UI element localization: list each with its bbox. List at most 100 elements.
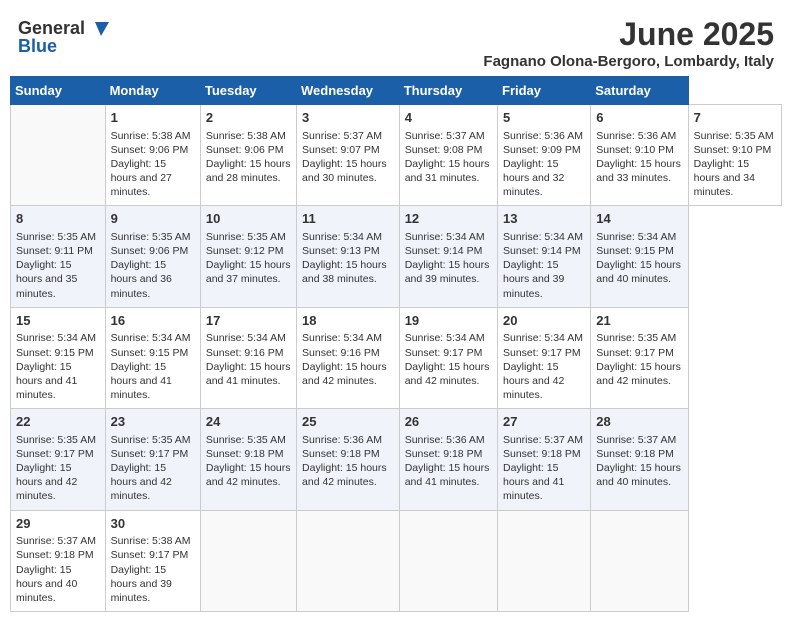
daylight: Daylight: 15 hours and 40 minutes. (596, 259, 681, 285)
day-number: 11 (302, 210, 394, 228)
day-number: 19 (405, 312, 492, 330)
sunrise: Sunrise: 5:34 AM (206, 332, 286, 344)
daylight: Daylight: 15 hours and 36 minutes. (111, 259, 172, 299)
calendar-cell: 15Sunrise: 5:34 AMSunset: 9:15 PMDayligh… (11, 307, 106, 408)
title-area: June 2025 Fagnano Olona-Bergoro, Lombard… (483, 16, 774, 70)
sunset: Sunset: 9:06 PM (111, 144, 189, 156)
calendar-cell: 29Sunrise: 5:37 AMSunset: 9:18 PMDayligh… (11, 510, 106, 611)
calendar-header-monday: Monday (105, 77, 200, 105)
calendar-cell (498, 510, 591, 611)
sunset: Sunset: 9:18 PM (405, 448, 483, 460)
daylight: Daylight: 15 hours and 41 minutes. (16, 361, 77, 401)
calendar-cell: 26Sunrise: 5:36 AMSunset: 9:18 PMDayligh… (399, 409, 497, 510)
daylight: Daylight: 15 hours and 28 minutes. (206, 158, 291, 184)
calendar-cell (297, 510, 400, 611)
sunrise: Sunrise: 5:35 AM (111, 434, 191, 446)
calendar-cell: 5Sunrise: 5:36 AMSunset: 9:09 PMDaylight… (498, 105, 591, 206)
calendar-cell: 6Sunrise: 5:36 AMSunset: 9:10 PMDaylight… (591, 105, 688, 206)
daylight: Daylight: 15 hours and 30 minutes. (302, 158, 387, 184)
calendar-cell: 3Sunrise: 5:37 AMSunset: 9:07 PMDaylight… (297, 105, 400, 206)
calendar-header-row: SundayMondayTuesdayWednesdayThursdayFrid… (11, 77, 782, 105)
sunrise: Sunrise: 5:37 AM (503, 434, 583, 446)
sunrise: Sunrise: 5:35 AM (596, 332, 676, 344)
daylight: Daylight: 15 hours and 31 minutes. (405, 158, 490, 184)
daylight: Daylight: 15 hours and 42 minutes. (206, 462, 291, 488)
daylight: Daylight: 15 hours and 41 minutes. (503, 462, 564, 502)
day-number: 23 (111, 413, 195, 431)
day-number: 17 (206, 312, 291, 330)
calendar-cell: 17Sunrise: 5:34 AMSunset: 9:16 PMDayligh… (200, 307, 296, 408)
day-number: 21 (596, 312, 682, 330)
logo-icon (87, 18, 109, 40)
sunrise: Sunrise: 5:35 AM (16, 231, 96, 243)
calendar-cell (399, 510, 497, 611)
sunrise: Sunrise: 5:34 AM (302, 332, 382, 344)
sunrise: Sunrise: 5:38 AM (206, 130, 286, 142)
calendar-week-row: 8Sunrise: 5:35 AMSunset: 9:11 PMDaylight… (11, 206, 782, 307)
calendar-cell: 27Sunrise: 5:37 AMSunset: 9:18 PMDayligh… (498, 409, 591, 510)
calendar-cell: 30Sunrise: 5:38 AMSunset: 9:17 PMDayligh… (105, 510, 200, 611)
calendar-table: SundayMondayTuesdayWednesdayThursdayFrid… (10, 76, 782, 612)
sunset: Sunset: 9:18 PM (206, 448, 284, 460)
day-number: 16 (111, 312, 195, 330)
calendar-cell: 14Sunrise: 5:34 AMSunset: 9:15 PMDayligh… (591, 206, 688, 307)
day-number: 22 (16, 413, 100, 431)
sunrise: Sunrise: 5:34 AM (16, 332, 96, 344)
daylight: Daylight: 15 hours and 39 minutes. (111, 564, 172, 604)
day-number: 1 (111, 109, 195, 127)
calendar-week-row: 22 Sunrise: 5:35 AM Sunset: 9:17 PM Dayligh… (11, 409, 782, 510)
sunset: Sunset: 9:15 PM (111, 347, 189, 359)
sunset: Sunset: 9:18 PM (503, 448, 581, 460)
sunset: Sunset: 9:08 PM (405, 144, 483, 156)
calendar-cell: 16Sunrise: 5:34 AMSunset: 9:15 PMDayligh… (105, 307, 200, 408)
sunrise: Sunrise: 5:34 AM (405, 231, 485, 243)
sunrise: Sunrise: 5:36 AM (302, 434, 382, 446)
sunrise: Sunrise: 5:37 AM (302, 130, 382, 142)
sunrise: Sunrise: 5:37 AM (596, 434, 676, 446)
calendar-header-thursday: Thursday (399, 77, 497, 105)
daylight: Daylight: 15 hours and 42 minutes. (16, 462, 77, 502)
calendar-cell: 10Sunrise: 5:35 AMSunset: 9:12 PMDayligh… (200, 206, 296, 307)
sunrise: Sunrise: 5:37 AM (16, 535, 96, 547)
calendar-week-row: 1 Sunrise: 5:38 AM Sunset: 9:06 PM Daylight… (11, 105, 782, 206)
calendar-cell: 11Sunrise: 5:34 AMSunset: 9:13 PMDayligh… (297, 206, 400, 307)
sunset: Sunset: 9:14 PM (503, 245, 581, 257)
sunset: Sunset: 9:13 PM (302, 245, 380, 257)
sunset: Sunset: 9:15 PM (16, 347, 94, 359)
calendar-cell: 22Sunrise: 5:35 AMSunset: 9:17 PMDayligh… (11, 409, 106, 510)
day-number: 25 (302, 413, 394, 431)
sunrise: Sunrise: 5:34 AM (405, 332, 485, 344)
daylight: Daylight: 15 hours and 42 minutes. (111, 462, 172, 502)
day-number: 8 (16, 210, 100, 228)
calendar-header-saturday: Saturday (591, 77, 688, 105)
header: General Blue June 2025 Fagnano Olona-Ber… (10, 10, 782, 70)
sunset: Sunset: 9:15 PM (596, 245, 674, 257)
day-number: 9 (111, 210, 195, 228)
sunrise: Sunrise: 5:36 AM (596, 130, 676, 142)
calendar-cell: 18Sunrise: 5:34 AMSunset: 9:16 PMDayligh… (297, 307, 400, 408)
sunset: Sunset: 9:18 PM (302, 448, 380, 460)
day-number: 29 (16, 515, 100, 533)
daylight: Daylight: 15 hours and 38 minutes. (302, 259, 387, 285)
day-number: 30 (111, 515, 195, 533)
sunrise: Sunrise: 5:38 AM (111, 535, 191, 547)
sunset: Sunset: 9:10 PM (694, 144, 772, 156)
sunset: Sunset: 9:17 PM (503, 347, 581, 359)
calendar-cell: 9Sunrise: 5:35 AMSunset: 9:06 PMDaylight… (105, 206, 200, 307)
calendar-cell: 1Sunrise: 5:38 AMSunset: 9:06 PMDaylight… (105, 105, 200, 206)
calendar-header-sunday: Sunday (11, 77, 106, 105)
sunset: Sunset: 9:18 PM (596, 448, 674, 460)
calendar-cell: 24Sunrise: 5:35 AMSunset: 9:18 PMDayligh… (200, 409, 296, 510)
day-number: 13 (503, 210, 585, 228)
daylight: Daylight: 15 hours and 41 minutes. (405, 462, 490, 488)
day-number: 3 (302, 109, 394, 127)
sunrise: Sunrise: 5:36 AM (405, 434, 485, 446)
sunset: Sunset: 9:17 PM (16, 448, 94, 460)
day-number: 10 (206, 210, 291, 228)
daylight: Daylight: 15 hours and 41 minutes. (206, 361, 291, 387)
calendar-header-friday: Friday (498, 77, 591, 105)
sunrise: Sunrise: 5:34 AM (503, 332, 583, 344)
sunset: Sunset: 9:12 PM (206, 245, 284, 257)
sunrise: Sunrise: 5:34 AM (596, 231, 676, 243)
sunrise: Sunrise: 5:37 AM (405, 130, 485, 142)
